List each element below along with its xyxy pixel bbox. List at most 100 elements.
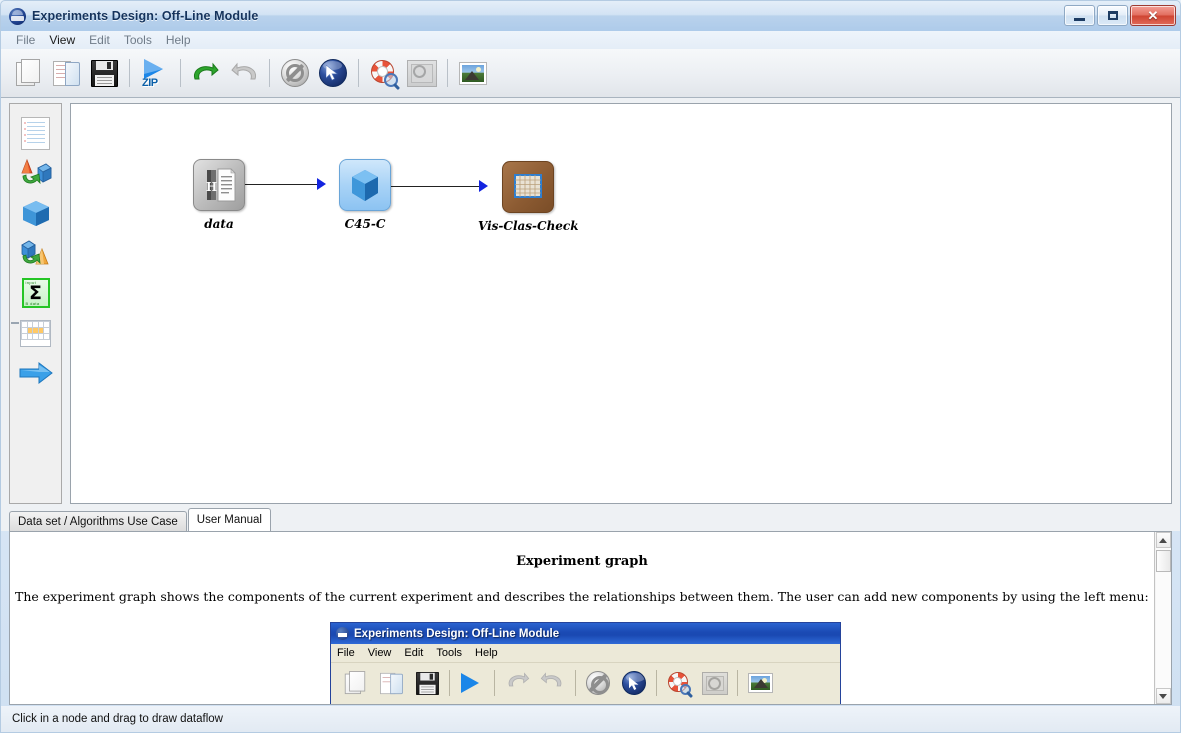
tab-user-manual[interactable]: User Manual	[187, 508, 271, 531]
help-search-button[interactable]	[365, 53, 403, 93]
sigma-bottom-label: B data	[25, 301, 40, 306]
embedded-picture-icon	[742, 666, 778, 700]
embedded-gridmag-icon	[697, 666, 733, 700]
window-title: Experiments Design: Off-Line Module	[32, 9, 259, 23]
sigma-icon: input Σ B data	[21, 278, 50, 308]
embedded-title-bar: Experiments Design: Off-Line Module	[331, 623, 840, 644]
sidebar-item-postprocess[interactable]	[14, 233, 58, 273]
graph-node-label: Vis-Clas-Check	[478, 219, 579, 233]
graph-node-c45c[interactable]: C45-C	[315, 159, 415, 231]
experiment-graph-canvas[interactable]: H data C45-C Vis-Clas-Check	[70, 103, 1172, 504]
dataset-icon: H	[193, 159, 245, 211]
toolbar-separator-1	[129, 59, 130, 87]
save-experiment-button[interactable]	[85, 53, 123, 93]
scroll-up-button[interactable]	[1155, 532, 1171, 548]
blue-cube-icon	[20, 198, 52, 228]
export-zip-button[interactable]: ZIP	[136, 53, 174, 93]
scroll-down-icon	[1159, 693, 1167, 699]
menu-bar: File View Edit Tools Help	[1, 31, 1180, 49]
menu-view[interactable]: View	[42, 32, 82, 48]
redo-arrow-icon	[229, 61, 259, 85]
globe-icon	[336, 627, 349, 640]
inspect-grid-button[interactable]	[403, 53, 441, 93]
lifebuoy-magnifier-icon	[667, 671, 691, 695]
sidebar-item-method[interactable]	[14, 193, 58, 233]
open-experiment-button[interactable]	[47, 53, 85, 93]
scroll-down-button[interactable]	[1155, 688, 1171, 704]
floppy-save-icon	[90, 59, 118, 87]
scroll-thumb[interactable]	[1155, 550, 1171, 572]
minimize-button[interactable]	[1064, 5, 1095, 26]
sidebar-item-dataset[interactable]	[14, 113, 58, 153]
undo-button[interactable]	[187, 53, 225, 93]
sidebar-item-visualization[interactable]	[14, 313, 58, 353]
lined-document-icon	[21, 116, 50, 150]
open-folder-icon	[52, 60, 80, 87]
manual-vertical-scrollbar[interactable]	[1154, 532, 1171, 704]
new-experiment-button[interactable]	[9, 53, 47, 93]
blue-cube-icon	[339, 159, 391, 211]
menu-file[interactable]: File	[9, 32, 42, 48]
embedded-separator-2	[494, 670, 495, 696]
sidebar-item-dataflow[interactable]	[14, 353, 58, 393]
redo-arrow-icon	[540, 671, 566, 696]
redo-button[interactable]	[225, 53, 263, 93]
tab-dataset-algorithms-use-case[interactable]: Data set / Algorithms Use Case	[9, 511, 187, 531]
graph-node-data[interactable]: H data	[169, 159, 269, 231]
embedded-separator-3	[575, 670, 576, 696]
menu-edit[interactable]: Edit	[82, 32, 117, 48]
zip-play-icon: ZIP	[140, 58, 170, 89]
open-folder-icon	[379, 672, 403, 695]
no-entry-icon	[281, 59, 309, 87]
embedded-life-icon	[661, 666, 697, 700]
snapshot-button[interactable]	[454, 53, 492, 93]
new-document-icon	[344, 671, 366, 695]
status-bar: Click in a node and drag to draw dataflo…	[1, 706, 1180, 732]
delete-node-button[interactable]	[276, 53, 314, 93]
minimize-icon	[1074, 17, 1085, 21]
embedded-redo-icon	[535, 666, 571, 700]
picture-icon	[459, 61, 487, 85]
menu-help[interactable]: Help	[159, 32, 198, 48]
embedded-menu-file: File	[337, 647, 355, 659]
manual-embedded-screenshot: Experiments Design: Off-Line Module File…	[330, 622, 841, 704]
user-manual-content: Experiment graph The experiment graph sh…	[10, 532, 1154, 704]
embedded-menu-tools: Tools	[436, 647, 463, 659]
bottom-tabstrip: Data set / Algorithms Use Case User Manu…	[1, 508, 1180, 531]
component-palette: input Σ B data	[9, 103, 62, 504]
manual-paragraph: The experiment graph shows the component…	[15, 589, 1149, 604]
cube-to-cone-icon	[20, 238, 52, 268]
select-pointer-button[interactable]	[314, 53, 352, 93]
embedded-window-title: Experiments Design: Off-Line Module	[354, 627, 560, 640]
blue-arrow-icon	[19, 359, 53, 387]
picture-icon	[747, 673, 773, 693]
maximize-button[interactable]	[1097, 5, 1128, 26]
no-entry-icon	[586, 671, 610, 695]
embedded-save-icon	[409, 666, 445, 700]
graph-node-visclascheck[interactable]: Vis-Clas-Check	[478, 161, 579, 233]
undo-arrow-icon	[504, 671, 530, 696]
toolbar-separator-3	[269, 59, 270, 87]
embedded-zip-icon	[454, 666, 490, 700]
embedded-separator-1	[449, 670, 450, 696]
globe-icon	[9, 7, 26, 25]
close-button[interactable]: ✕	[1130, 5, 1176, 26]
window-controls: ✕	[1064, 5, 1176, 26]
sigma-top-label: input	[25, 280, 37, 285]
embedded-open-icon	[373, 666, 409, 700]
embedded-noentry-icon	[580, 666, 616, 700]
embedded-menu-help: Help	[475, 647, 498, 659]
grid-magnifier-icon	[407, 59, 437, 87]
menu-tools[interactable]: Tools	[117, 32, 159, 48]
embedded-new-icon	[337, 666, 373, 700]
toolbar-separator-2	[180, 59, 181, 87]
zip-play-icon	[459, 672, 485, 694]
status-message: Click in a node and drag to draw dataflo…	[12, 713, 223, 725]
sidebar-item-statistics[interactable]: input Σ B data	[14, 273, 58, 313]
sidebar-item-preprocess[interactable]	[14, 153, 58, 193]
embedded-cursor-icon	[616, 666, 652, 700]
embedded-menu-edit: Edit	[404, 647, 424, 659]
scroll-track[interactable]	[1155, 548, 1171, 688]
table-grid-icon	[20, 319, 51, 347]
lifebuoy-magnifier-icon	[370, 59, 398, 87]
